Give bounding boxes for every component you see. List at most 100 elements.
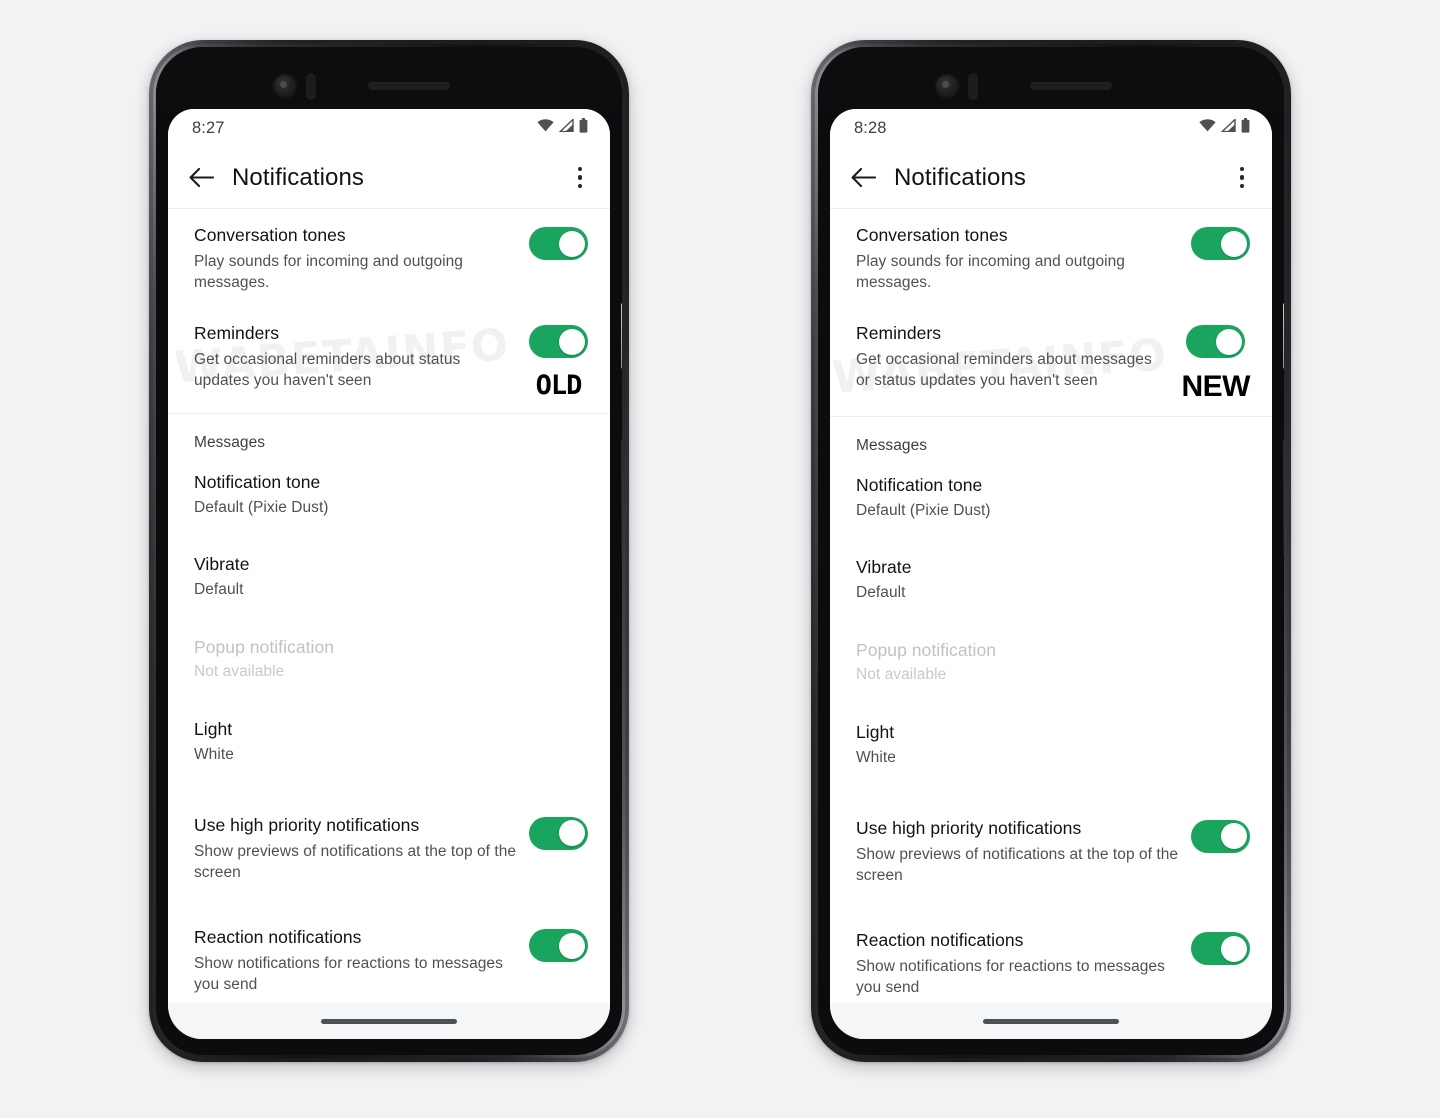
setting-notification-tone[interactable]: Notification tone Default (Pixie Dust)	[830, 465, 1272, 533]
setting-reminders[interactable]: Reminders Get occasional reminders about…	[168, 307, 610, 413]
setting-value: Not available	[194, 663, 285, 681]
setting-title: Light	[856, 721, 895, 742]
back-arrow-icon[interactable]	[186, 163, 216, 193]
phone-right-new: 8:28 Notifications WABETAINFO Conversati…	[811, 40, 1291, 1062]
setting-conversation-tones[interactable]: Conversation tones Play sounds for incom…	[830, 209, 1272, 307]
toggle-knob	[558, 230, 585, 257]
page-title: Notifications	[232, 163, 365, 191]
toggle-conversation-tones[interactable]	[1191, 227, 1250, 260]
setting-vibrate[interactable]: Vibrate Default	[830, 547, 1272, 615]
setting-subtitle: Play sounds for incoming and outgoing me…	[856, 252, 1125, 292]
row-texts: Reaction notifications Show notification…	[856, 930, 1179, 998]
volume-rocker-button[interactable]	[1283, 439, 1284, 557]
power-button[interactable]	[621, 303, 622, 369]
front-camera-icon	[936, 75, 958, 97]
setting-reaction-notifications[interactable]: Reaction notifications Show notification…	[168, 911, 610, 1003]
toggle-knob	[558, 328, 585, 355]
row-texts: Reminders Get occasional reminders about…	[194, 323, 517, 391]
row-texts: Notification tone Default (Pixie Dust)	[194, 472, 584, 518]
toggle-reminders[interactable]	[1186, 325, 1246, 359]
home-gesture-pill[interactable]	[321, 1018, 457, 1024]
row-right	[1179, 225, 1250, 260]
setting-reaction-notifications[interactable]: Reaction notifications Show notification…	[830, 914, 1272, 1003]
gesture-nav-bar[interactable]	[168, 1003, 610, 1039]
app-bar: Notifications	[830, 147, 1272, 209]
back-arrow-icon[interactable]	[848, 163, 878, 193]
earpiece-speaker-icon	[1030, 82, 1112, 90]
setting-notification-tone[interactable]: Notification tone Default (Pixie Dust)	[168, 462, 610, 530]
toggle-high-priority[interactable]	[1191, 819, 1250, 853]
settings-list[interactable]: WABETAINFO Conversation tones Play sound…	[168, 209, 610, 1003]
row-right: NEW	[1170, 323, 1251, 404]
setting-subtitle: Show notifications for reactions to mess…	[856, 958, 1165, 997]
row-right	[1179, 930, 1250, 966]
setting-title: Use high priority notifications	[856, 817, 1082, 838]
version-badge: NEW	[1181, 370, 1251, 404]
row-texts: Popup notification Not available	[194, 637, 584, 683]
setting-subtitle: Get occasional reminders about status up…	[194, 351, 461, 390]
setting-reminders[interactable]: Reminders Get occasional reminders about…	[830, 307, 1272, 416]
status-bar-time: 8:28	[854, 118, 887, 137]
row-texts: Light White	[194, 719, 584, 765]
toggle-reaction-notifications[interactable]	[1191, 932, 1250, 966]
setting-high-priority[interactable]: Use high priority notifications Show pre…	[830, 802, 1272, 900]
setting-title: Conversation tones	[856, 225, 1008, 245]
phone-body: 8:28 Notifications WABETAINFO Conversati…	[818, 47, 1284, 1055]
setting-conversation-tones[interactable]: Conversation tones Play sounds for incom…	[168, 209, 610, 307]
toggle-knob	[558, 932, 585, 959]
toggle-conversation-tones[interactable]	[529, 227, 588, 260]
setting-value: White	[856, 748, 896, 766]
toggle-knob	[1220, 935, 1247, 962]
toggle-knob	[558, 820, 585, 847]
phone-body: 8:27 Notifications WABETAINFO Conversati…	[156, 47, 622, 1055]
status-bar: 8:28	[830, 109, 1272, 147]
cellular-signal-icon	[1220, 117, 1236, 137]
setting-light[interactable]: Light White	[830, 712, 1272, 780]
row-right	[517, 815, 588, 850]
phone-screen: 8:27 Notifications WABETAINFO Conversati…	[168, 109, 610, 1039]
home-gesture-pill[interactable]	[983, 1018, 1119, 1024]
setting-high-priority[interactable]: Use high priority notifications Show pre…	[168, 799, 610, 897]
section-header-messages: Messages	[194, 434, 266, 452]
row-texts: Vibrate Default	[194, 554, 584, 600]
row-right	[517, 927, 588, 963]
status-bar-icons	[1199, 117, 1250, 138]
version-badge: OLD	[535, 370, 583, 402]
setting-popup-notification: Popup notification Not available	[830, 630, 1272, 698]
row-right	[517, 225, 588, 260]
gesture-nav-bar[interactable]	[830, 1003, 1272, 1039]
proximity-sensor-icon	[968, 73, 978, 100]
setting-title: Reminders	[856, 323, 942, 344]
proximity-sensor-icon	[306, 73, 316, 100]
front-camera-icon	[274, 75, 296, 97]
app-bar: Notifications	[168, 147, 610, 209]
setting-value: Default (Pixie Dust)	[194, 499, 329, 517]
battery-icon	[1241, 118, 1250, 138]
more-vertical-icon[interactable]	[567, 161, 593, 195]
setting-vibrate[interactable]: Vibrate Default	[168, 544, 610, 612]
more-vertical-icon[interactable]	[1229, 161, 1255, 195]
row-texts: Reminders Get occasional reminders about…	[856, 323, 1170, 391]
toggle-reaction-notifications[interactable]	[529, 929, 588, 963]
setting-light[interactable]: Light White	[168, 709, 610, 777]
setting-title: Notification tone	[194, 472, 321, 493]
row-texts: Popup notification Not available	[856, 640, 1246, 686]
setting-title: Vibrate	[856, 557, 912, 578]
settings-list[interactable]: WABETAINFO Conversation tones Play sound…	[830, 209, 1272, 1003]
setting-title: Reaction notifications	[194, 927, 362, 948]
toggle-high-priority[interactable]	[529, 816, 588, 850]
power-button[interactable]	[1283, 303, 1284, 369]
row-texts: Light White	[856, 722, 1246, 768]
toggle-knob	[1220, 823, 1247, 850]
phone-screen: 8:28 Notifications WABETAINFO Conversati…	[830, 109, 1272, 1039]
setting-subtitle: Play sounds for incoming and outgoing me…	[194, 252, 463, 292]
volume-rocker-button[interactable]	[621, 439, 622, 557]
toggle-reminders[interactable]	[529, 325, 588, 359]
row-texts: Notification tone Default (Pixie Dust)	[856, 475, 1246, 521]
status-bar-time: 8:27	[192, 118, 225, 137]
